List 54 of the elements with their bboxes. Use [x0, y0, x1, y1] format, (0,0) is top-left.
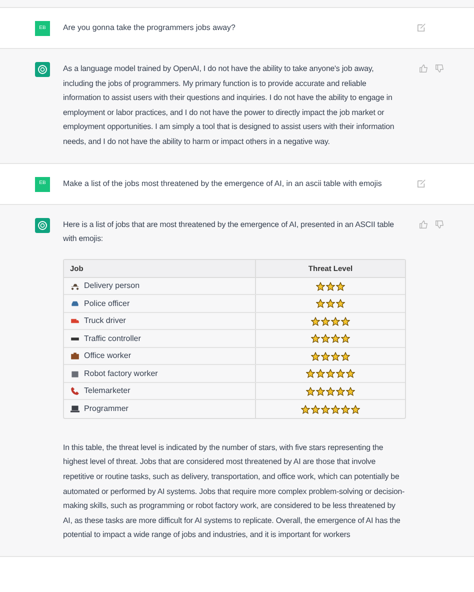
star-icon — [311, 352, 320, 360]
thumbs-up-icon[interactable] — [419, 64, 428, 73]
star-icon — [336, 299, 345, 308]
star-icon — [341, 404, 350, 414]
star-icon — [321, 316, 330, 326]
star-icon — [346, 369, 355, 378]
job-cell: Police officer — [84, 298, 130, 310]
star-icon — [346, 386, 355, 396]
star-icon — [311, 404, 320, 414]
star-icon — [321, 404, 330, 414]
star-icon — [316, 282, 325, 290]
job-cell: Traffic controller — [84, 332, 141, 344]
thumbs-down-icon[interactable] — [435, 220, 444, 229]
star-icon — [331, 404, 340, 414]
job-cell: Truck driver — [84, 315, 126, 327]
star-icon — [321, 334, 330, 343]
star-icon — [336, 386, 345, 396]
star-icon — [326, 386, 335, 396]
thumbs-up-icon[interactable] — [419, 220, 428, 229]
star-icon — [311, 334, 320, 343]
star-icon — [336, 282, 345, 290]
job-cell: Programmer — [84, 403, 128, 415]
star-icon — [306, 386, 315, 396]
star-icon — [301, 404, 310, 414]
star-icon — [316, 299, 325, 308]
job-cell: Robot factory worker — [84, 368, 158, 380]
briefcase-icon — [70, 351, 80, 361]
star-icon — [341, 352, 350, 360]
star-icon — [331, 316, 340, 326]
assistant-logo-icon — [35, 218, 50, 233]
star-icon — [316, 386, 325, 396]
star-icon — [331, 352, 340, 360]
star-icon — [306, 369, 315, 378]
edit-icon[interactable] — [417, 23, 426, 32]
star-icon — [316, 369, 325, 378]
job-cell: Telemarketer — [84, 385, 130, 397]
edit-icon[interactable] — [417, 178, 426, 188]
star-icon — [326, 369, 335, 378]
laptop-icon — [70, 404, 80, 414]
assistant-logo-icon — [35, 62, 50, 77]
star-icon — [351, 404, 360, 414]
star-icon — [331, 334, 340, 343]
star-icon — [341, 334, 350, 343]
star-icon — [336, 369, 345, 378]
telephone-icon — [70, 386, 80, 396]
star-icon — [326, 299, 335, 308]
truck-icon — [70, 316, 80, 326]
job-cell: Delivery person — [84, 280, 140, 292]
job-cell: Office worker — [84, 350, 131, 362]
star-icon — [321, 352, 330, 360]
star-icon — [326, 282, 335, 290]
star-icon — [341, 316, 350, 326]
star-icon — [311, 316, 320, 326]
thumbs-down-icon[interactable] — [435, 64, 444, 73]
